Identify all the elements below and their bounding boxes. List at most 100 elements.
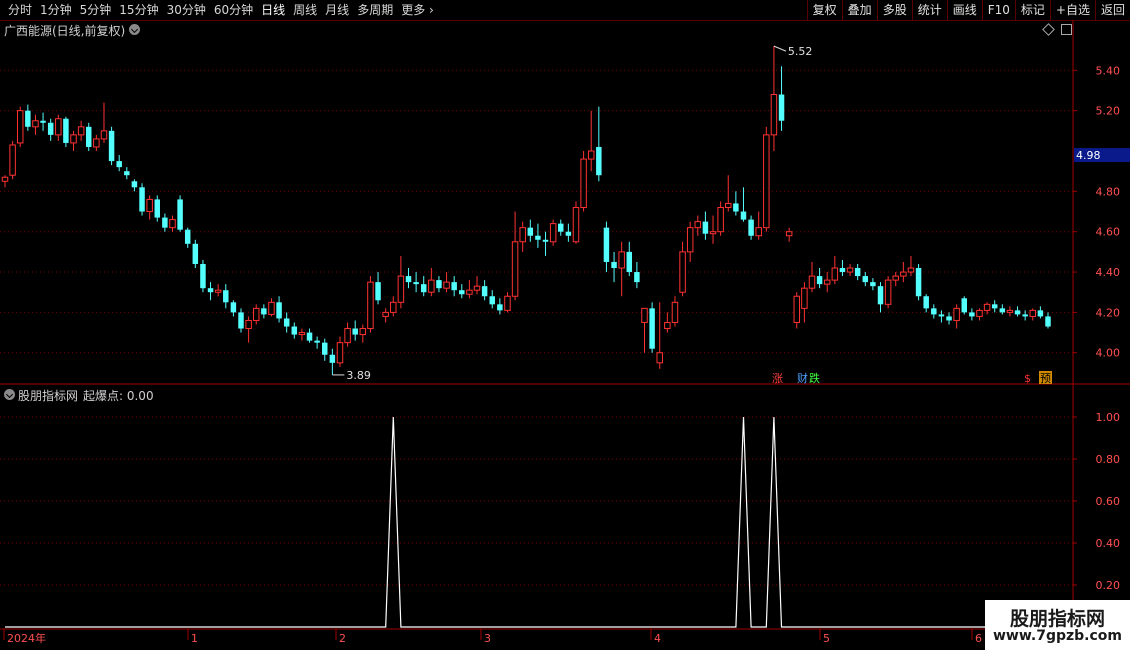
candle: [725, 175, 732, 212]
candle-body: [420, 284, 427, 293]
candle-body: [1037, 310, 1044, 317]
candle: [999, 304, 1006, 315]
candle-body: [558, 223, 564, 232]
candle: [907, 255, 915, 277]
candle: [322, 338, 328, 361]
candle-body: [733, 203, 739, 212]
candle-body: [504, 295, 511, 311]
candle: [261, 304, 267, 319]
high-pointer: [773, 45, 787, 52]
candle-body: [32, 120, 39, 128]
price-tick-label: 5.40: [1096, 64, 1121, 77]
candle: [329, 348, 336, 375]
candle: [223, 284, 229, 309]
candle-body: [755, 227, 762, 237]
candle: [694, 215, 702, 236]
candle-body: [459, 290, 465, 295]
candle: [679, 241, 686, 297]
candle: [184, 227, 191, 248]
candle: [238, 308, 244, 333]
candle: [969, 308, 975, 321]
candle-body: [641, 307, 648, 323]
candle-body: [344, 328, 351, 344]
candle: [352, 320, 358, 341]
candle: [831, 255, 839, 285]
candle: [1029, 308, 1037, 321]
candle-body: [214, 289, 222, 293]
price-tick-label: 4.20: [1096, 306, 1121, 319]
candle-body: [839, 268, 846, 273]
candle: [603, 221, 610, 273]
candle: [542, 231, 549, 256]
candle-body: [139, 187, 145, 212]
candle-body: [846, 267, 854, 273]
candle: [162, 213, 168, 232]
candle-body: [854, 268, 861, 277]
candle-body: [983, 303, 991, 311]
kline-chart[interactable]: 5.40 5.20 4.80 4.60 4.40 4.20 4.00 4.98 5.52 3.89…: [0, 0, 1130, 650]
candle-body: [634, 272, 640, 283]
candle: [793, 292, 801, 329]
candle-body: [991, 304, 998, 309]
candle: [390, 296, 397, 317]
candle: [527, 219, 534, 242]
candle: [25, 104, 31, 131]
candle: [192, 239, 199, 269]
candle: [709, 215, 717, 244]
candle-body: [793, 295, 801, 323]
candle: [823, 272, 831, 293]
candle-body: [763, 134, 770, 229]
candle-body: [245, 319, 252, 330]
candle: [923, 294, 929, 313]
candle-body: [9, 144, 16, 176]
candle-body: [1014, 310, 1021, 315]
candle-body: [572, 206, 580, 243]
candle: [733, 191, 739, 216]
candle-body: [862, 276, 869, 283]
date-label: 2: [339, 632, 346, 645]
indicator-tick-label: 0.20: [1096, 579, 1121, 592]
candle: [169, 215, 176, 232]
candle-body: [915, 268, 922, 297]
candle: [770, 46, 778, 152]
candle-body: [177, 199, 183, 230]
candle-body: [596, 146, 602, 176]
candle: [93, 134, 100, 152]
candle-body: [367, 281, 374, 330]
candle-body: [519, 227, 526, 243]
candle-body: [489, 296, 495, 305]
price-tick-label: 4.40: [1096, 266, 1121, 279]
candle-body: [946, 316, 952, 321]
candle: [252, 304, 260, 325]
candle: [207, 282, 214, 301]
candle-body: [146, 198, 153, 213]
candle-body: [823, 279, 831, 285]
candle: [314, 336, 320, 349]
candle: [511, 211, 519, 301]
candle-body: [162, 217, 168, 228]
candle: [443, 272, 450, 293]
candle: [535, 223, 541, 248]
candle: [116, 155, 122, 172]
candle: [306, 328, 313, 343]
candle-body: [451, 282, 457, 291]
candle-body: [261, 308, 267, 315]
candle: [200, 259, 206, 293]
candle-body: [831, 267, 839, 281]
candle: [976, 308, 983, 321]
candle-body: [1, 176, 9, 182]
candle: [466, 280, 473, 299]
candle: [504, 292, 511, 313]
candle: [1014, 306, 1021, 317]
candle-body: [124, 171, 130, 176]
candle: [656, 302, 663, 369]
candle-body: [154, 199, 161, 218]
candle-body: [77, 126, 85, 136]
indicator-tick-label: 0.60: [1096, 495, 1121, 508]
candle: [276, 296, 282, 323]
candle: [785, 227, 793, 242]
candle: [915, 263, 922, 301]
candle: [40, 112, 46, 131]
date-label: 4: [654, 632, 661, 645]
candle-body: [877, 286, 884, 305]
